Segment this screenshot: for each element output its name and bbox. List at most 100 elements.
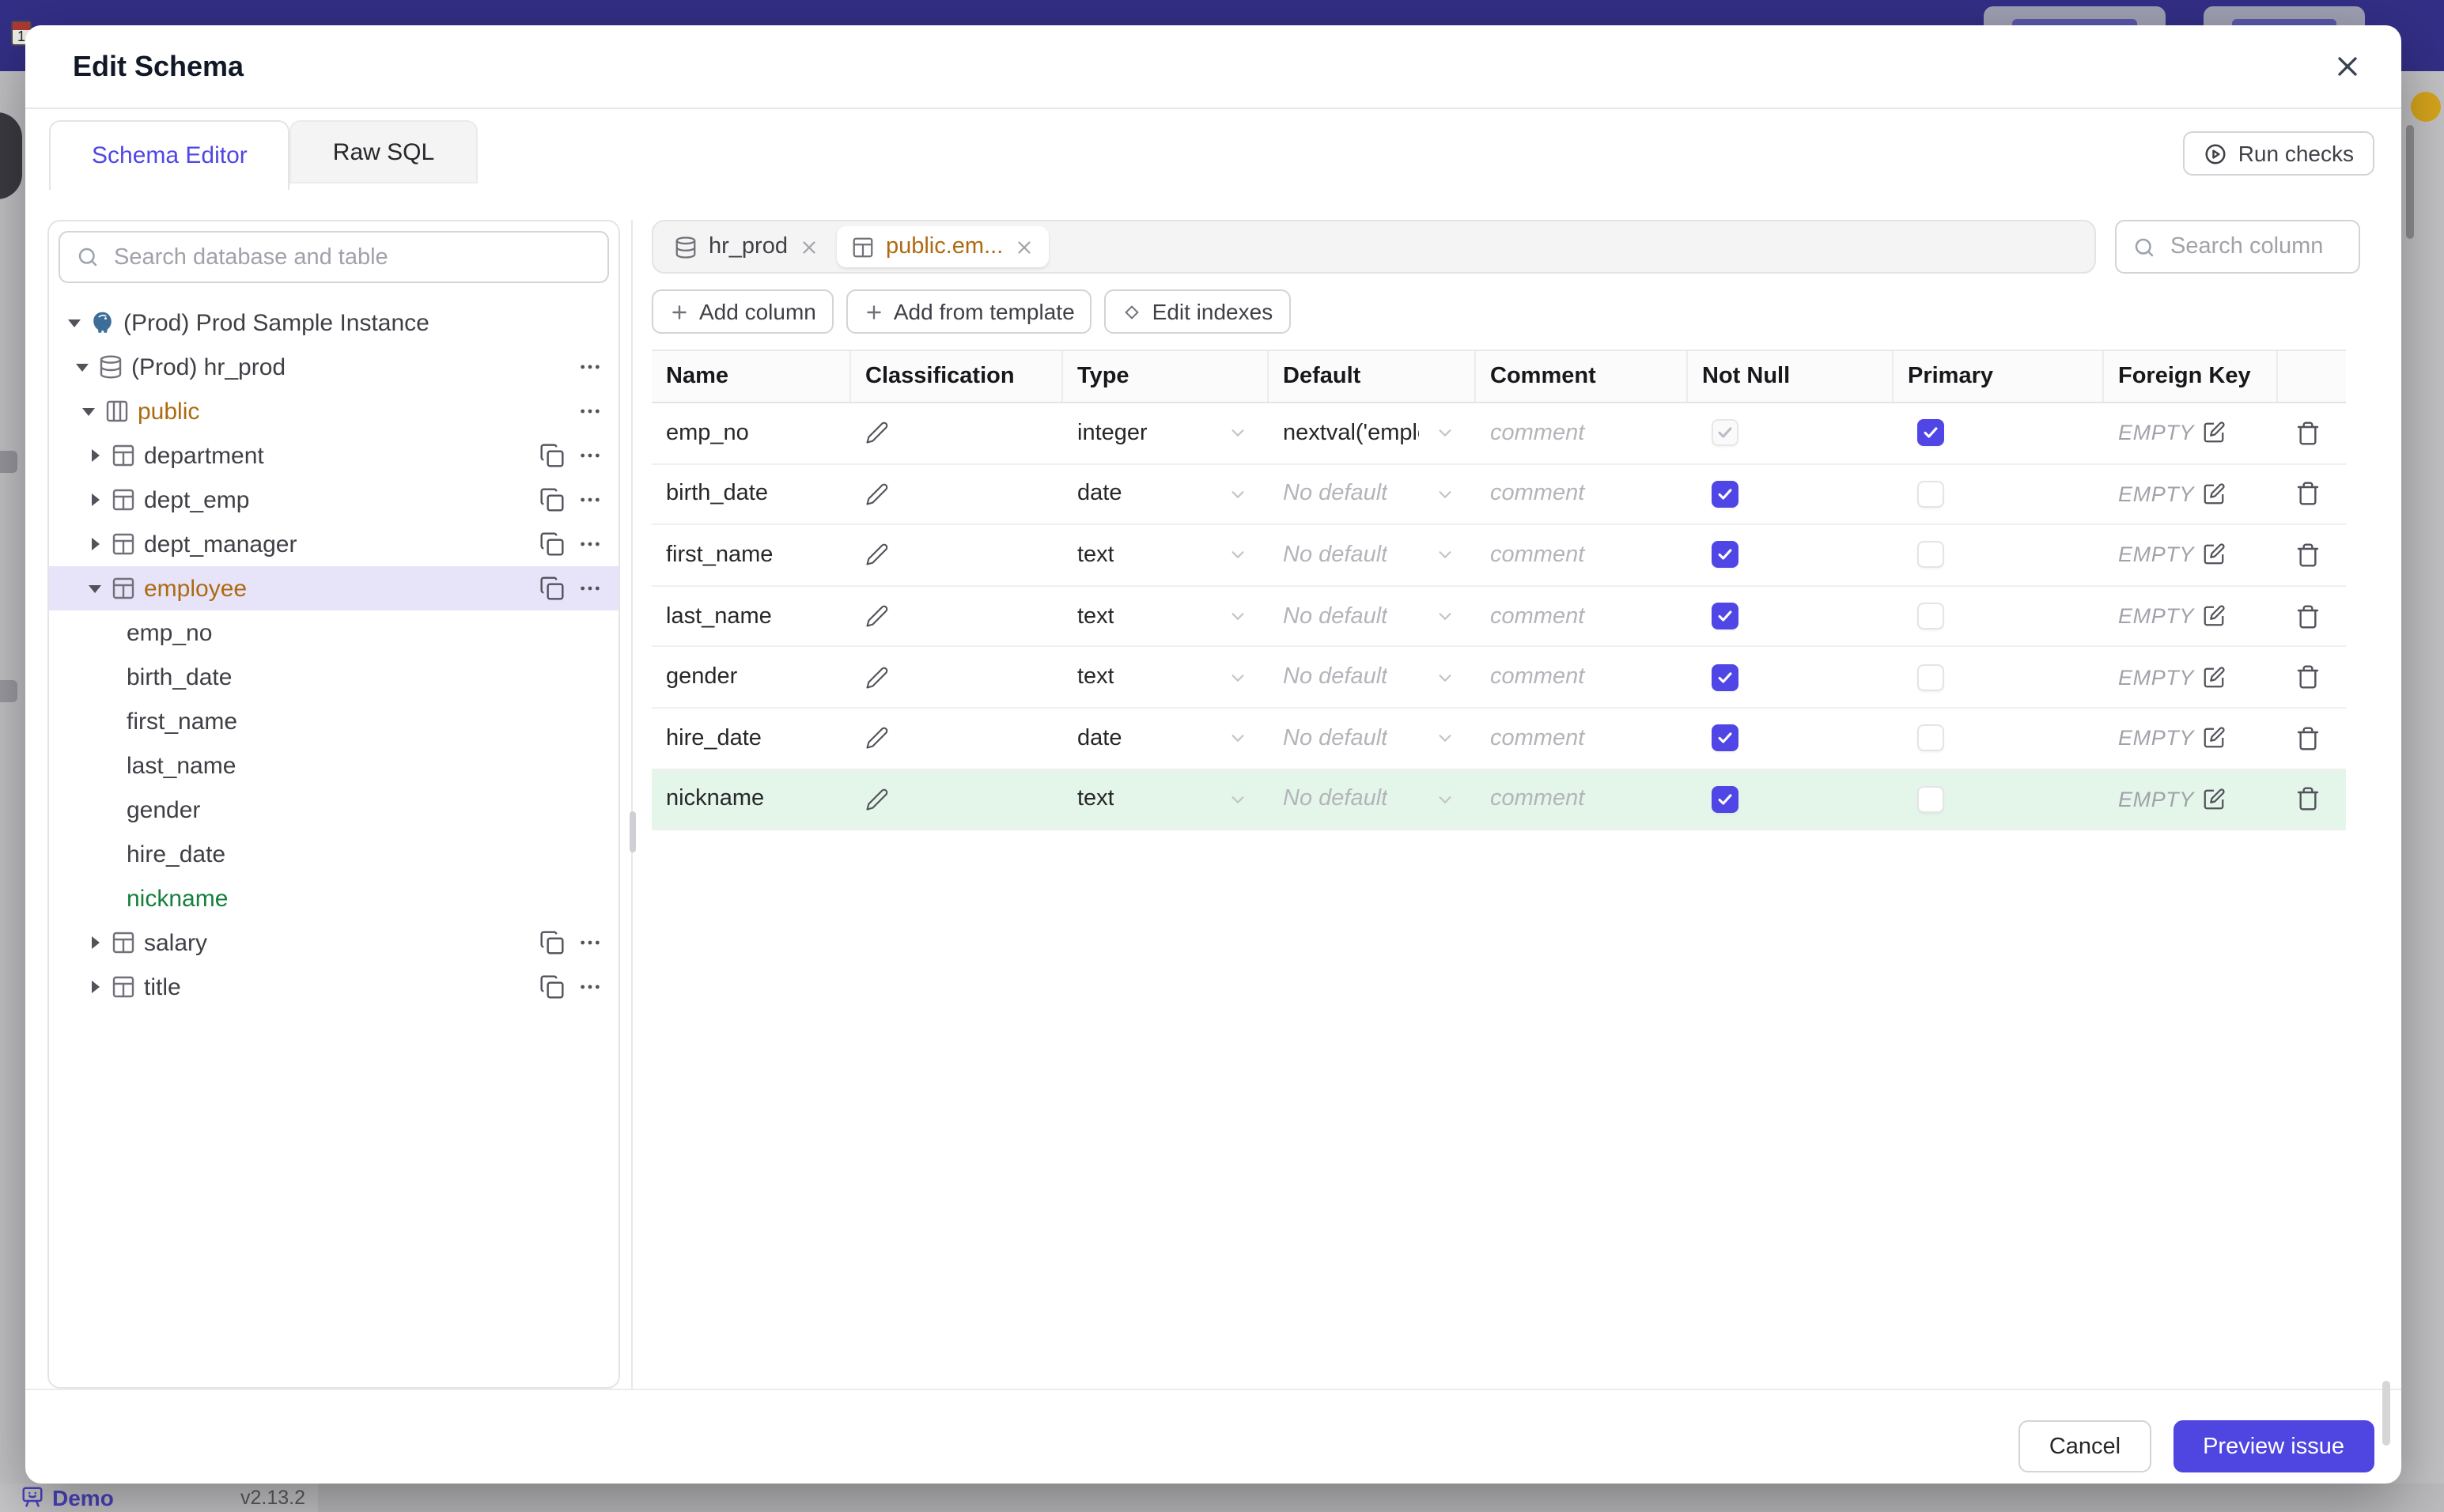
caret-right-icon[interactable] <box>85 493 104 506</box>
column-name[interactable]: birth_date <box>666 482 768 507</box>
add-column-button[interactable]: Add column <box>652 289 834 334</box>
more-icon[interactable] <box>577 531 603 557</box>
run-checks-button[interactable]: Run checks <box>2182 131 2374 176</box>
tree-item-dept_manager[interactable]: dept_manager <box>49 522 619 566</box>
type-select[interactable]: text <box>1077 664 1247 690</box>
copy-icon[interactable] <box>539 930 565 955</box>
not-null-checkbox[interactable] <box>1712 663 1738 691</box>
add-from-template-button[interactable]: Add from template <box>846 289 1092 334</box>
type-select[interactable]: text <box>1077 787 1247 812</box>
default-select[interactable]: No default <box>1283 603 1454 629</box>
column-search-input[interactable] <box>2167 232 2343 261</box>
comment-input[interactable]: comment <box>1490 787 1584 812</box>
demo-label[interactable]: Demo <box>52 1485 114 1510</box>
tree-item-birth_date[interactable]: birth_date <box>49 655 619 699</box>
tree-item-nickname[interactable]: nickname <box>49 876 619 920</box>
trash-icon[interactable] <box>2295 542 2321 568</box>
default-select[interactable]: No default <box>1283 726 1454 751</box>
not-null-checkbox[interactable] <box>1712 603 1738 630</box>
copy-icon[interactable] <box>539 974 565 1000</box>
default-select[interactable]: No default <box>1283 542 1454 568</box>
pencil-icon[interactable] <box>865 482 889 506</box>
close-icon[interactable] <box>799 236 819 257</box>
pencil-icon[interactable] <box>865 665 889 689</box>
tree-item-last_name[interactable]: last_name <box>49 743 619 788</box>
primary-checkbox[interactable] <box>1917 663 1944 691</box>
edit-icon[interactable] <box>2202 665 2226 689</box>
pencil-icon[interactable] <box>865 421 889 445</box>
tree-item-hire_date[interactable]: hire_date <box>49 832 619 876</box>
trash-icon[interactable] <box>2295 421 2321 446</box>
edit-icon[interactable] <box>2202 482 2226 506</box>
pencil-icon[interactable] <box>865 604 889 628</box>
caret-down-icon[interactable] <box>79 407 98 415</box>
panel-resizer[interactable] <box>620 220 652 1389</box>
tree-item-emp_no[interactable]: emp_no <box>49 610 619 655</box>
tab-raw-sql[interactable]: Raw SQL <box>289 120 478 183</box>
edit-icon[interactable] <box>2202 421 2226 445</box>
primary-checkbox[interactable] <box>1917 603 1944 630</box>
primary-checkbox[interactable] <box>1917 419 1944 447</box>
tree-item--prod-prod-sample-instance[interactable]: (Prod) Prod Sample Instance <box>49 301 619 345</box>
edit-icon[interactable] <box>2202 604 2226 628</box>
edit-icon[interactable] <box>2202 727 2226 750</box>
type-select[interactable]: text <box>1077 542 1247 568</box>
more-icon[interactable] <box>577 576 603 601</box>
primary-checkbox[interactable] <box>1917 724 1944 752</box>
comment-input[interactable]: comment <box>1490 664 1584 690</box>
copy-icon[interactable] <box>539 531 565 557</box>
cancel-button[interactable]: Cancel <box>2018 1420 2151 1472</box>
tab-schema-editor[interactable]: Schema Editor <box>49 120 290 190</box>
not-null-checkbox[interactable] <box>1712 541 1738 569</box>
caret-right-icon[interactable] <box>85 981 104 993</box>
column-name[interactable]: nickname <box>666 787 764 812</box>
trash-icon[interactable] <box>2295 664 2321 690</box>
user-avatar[interactable] <box>2411 92 2441 122</box>
default-select[interactable]: No default <box>1283 664 1454 690</box>
type-select[interactable]: date <box>1077 482 1247 507</box>
not-null-checkbox[interactable] <box>1712 480 1738 508</box>
edit-indexes-button[interactable]: Edit indexes <box>1104 289 1291 334</box>
tree-item--prod-hr_prod[interactable]: (Prod) hr_prod <box>49 345 619 389</box>
column-name[interactable]: emp_no <box>666 421 749 446</box>
type-select[interactable]: text <box>1077 603 1247 629</box>
comment-input[interactable]: comment <box>1490 482 1584 507</box>
not-null-checkbox[interactable] <box>1712 785 1738 813</box>
caret-down-icon[interactable] <box>65 319 84 327</box>
primary-checkbox[interactable] <box>1917 541 1944 569</box>
resizer-handle[interactable] <box>629 811 635 852</box>
more-icon[interactable] <box>577 443 603 468</box>
database-search-input[interactable] <box>111 243 592 271</box>
tree-item-employee[interactable]: employee <box>49 566 619 610</box>
type-select[interactable]: date <box>1077 726 1247 751</box>
pencil-icon[interactable] <box>865 727 889 750</box>
tree-item-department[interactable]: department <box>49 433 619 478</box>
caret-down-icon[interactable] <box>85 584 104 592</box>
column-name[interactable]: gender <box>666 664 737 690</box>
close-icon[interactable] <box>2332 51 2363 82</box>
trash-icon[interactable] <box>2295 603 2321 629</box>
tree-item-gender[interactable]: gender <box>49 788 619 832</box>
tree-item-title[interactable]: title <box>49 965 619 1009</box>
column-name[interactable]: hire_date <box>666 726 762 751</box>
preview-issue-button[interactable]: Preview issue <box>2173 1420 2374 1472</box>
column-name[interactable]: last_name <box>666 603 772 629</box>
more-icon[interactable] <box>577 354 603 380</box>
pencil-icon[interactable] <box>865 788 889 811</box>
edit-icon[interactable] <box>2202 543 2226 567</box>
tree-item-dept_emp[interactable]: dept_emp <box>49 478 619 522</box>
caret-right-icon[interactable] <box>85 936 104 949</box>
edit-icon[interactable] <box>2202 788 2226 811</box>
pencil-icon[interactable] <box>865 543 889 567</box>
more-icon[interactable] <box>577 974 603 1000</box>
comment-input[interactable]: comment <box>1490 603 1584 629</box>
caret-right-icon[interactable] <box>85 449 104 462</box>
comment-input[interactable]: comment <box>1490 726 1584 751</box>
trash-icon[interactable] <box>2295 726 2321 751</box>
column-name[interactable]: first_name <box>666 542 773 568</box>
copy-icon[interactable] <box>539 487 565 512</box>
more-icon[interactable] <box>577 487 603 512</box>
tree-item-first_name[interactable]: first_name <box>49 699 619 743</box>
default-select[interactable]: nextval('employ <box>1283 421 1454 446</box>
primary-checkbox[interactable] <box>1917 785 1944 813</box>
